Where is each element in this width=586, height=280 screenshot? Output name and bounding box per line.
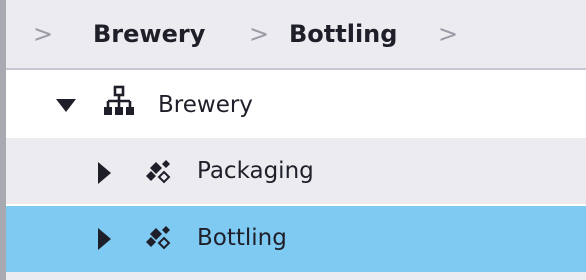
collapse-triangle-icon[interactable] xyxy=(56,98,76,117)
breadcrumb-item-bottling[interactable]: Bottling xyxy=(289,22,397,46)
breadcrumb: > Brewery > Bottling > xyxy=(6,0,586,70)
tree-node-label: Brewery xyxy=(158,92,253,118)
breadcrumb-separator[interactable]: > xyxy=(438,22,458,46)
breadcrumb-separator[interactable]: > xyxy=(33,22,53,46)
expand-triangle-icon[interactable] xyxy=(98,162,112,188)
hierarchy-icon xyxy=(102,85,136,123)
tree-panel: > Brewery > Bottling > Brewery Packaging… xyxy=(0,0,586,280)
tree-node-bottling[interactable]: Bottling xyxy=(6,206,586,272)
expand-triangle-icon[interactable] xyxy=(98,228,112,254)
asset-diamonds-icon xyxy=(144,224,174,258)
breadcrumb-item-brewery[interactable]: Brewery xyxy=(93,22,205,46)
asset-diamonds-icon xyxy=(144,158,174,192)
tree-node-label: Packaging xyxy=(197,158,314,184)
tree-row-partial xyxy=(6,272,586,280)
tree-node-brewery[interactable]: Brewery xyxy=(6,72,586,138)
breadcrumb-separator[interactable]: > xyxy=(249,22,269,46)
tree-node-label: Bottling xyxy=(197,225,287,251)
tree-node-packaging[interactable]: Packaging xyxy=(6,138,586,204)
